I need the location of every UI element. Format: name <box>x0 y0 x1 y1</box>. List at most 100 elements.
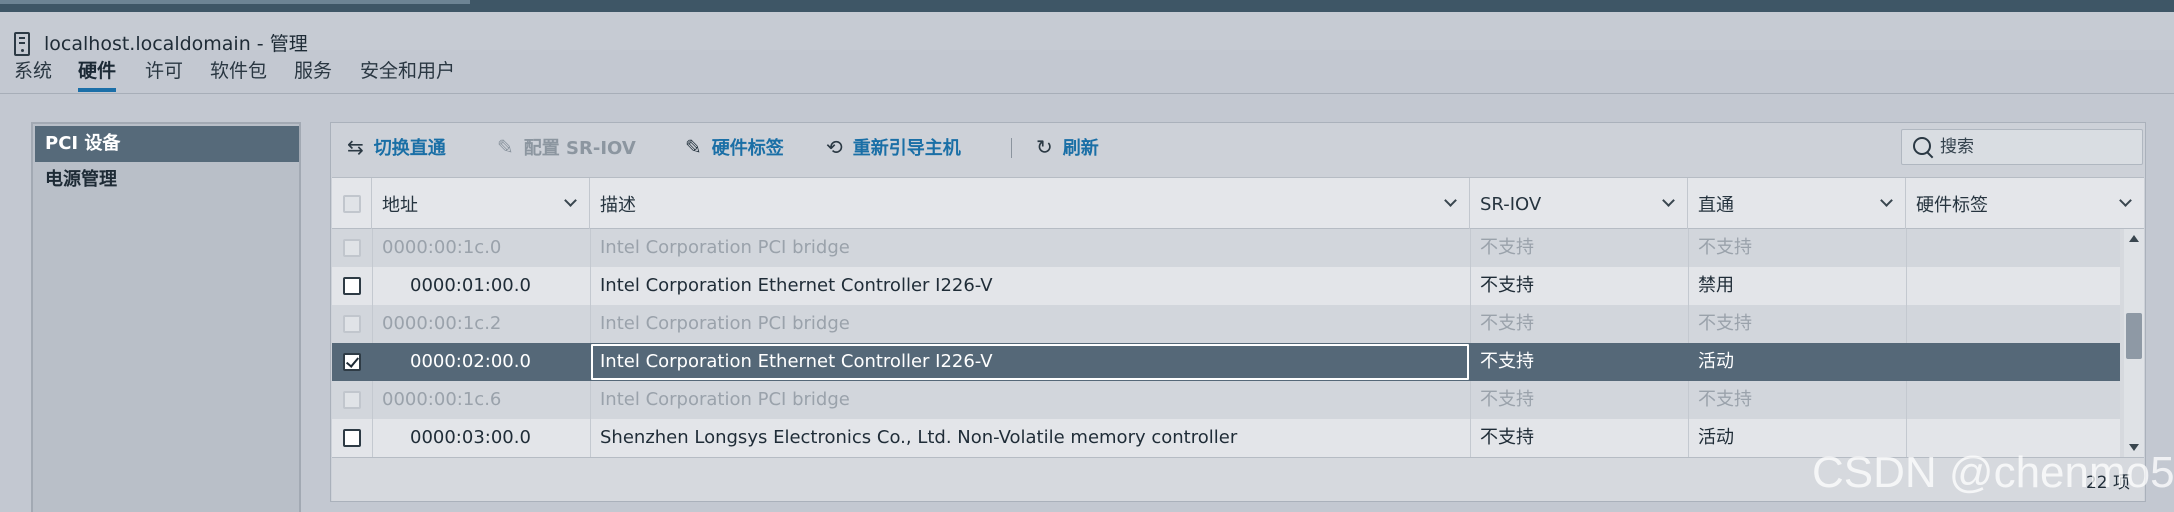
select-all-checkbox[interactable] <box>342 195 361 213</box>
column-divider <box>590 305 591 343</box>
column-divider <box>1688 267 1689 305</box>
column-header-address[interactable]: 地址 <box>372 178 590 230</box>
row-checkbox <box>343 391 361 409</box>
row-checkbox-cell <box>332 305 372 343</box>
column-header-sriov[interactable]: SR-IOV <box>1470 178 1688 230</box>
chevron-down-icon[interactable] <box>1444 194 1457 207</box>
column-divider <box>590 267 591 305</box>
cell-passthrough: 不支持 <box>1698 237 1752 258</box>
hardware-label-button[interactable]: ✎ 硬件标签 <box>685 129 784 165</box>
cell-sriov: 不支持 <box>1480 389 1534 410</box>
cell-sriov: 不支持 <box>1480 313 1534 334</box>
table-row: 0000:00:1c.2 Intel Corporation PCI bridge… <box>332 305 2120 343</box>
column-divider <box>1470 381 1471 419</box>
column-header-label: 地址 <box>382 195 418 216</box>
scroll-thumb[interactable] <box>2126 313 2142 359</box>
cell-passthrough: 活动 <box>1698 351 1734 372</box>
row-checkbox-cell <box>332 381 372 419</box>
cell-description: Intel Corporation PCI bridge <box>600 313 850 334</box>
refresh-button[interactable]: ↻ 刷新 <box>1036 129 1099 165</box>
column-header-description[interactable]: 描述 <box>590 178 1470 230</box>
pencil-icon: ✎ <box>497 135 514 159</box>
column-divider <box>1688 305 1689 343</box>
vertical-scrollbar[interactable] <box>2124 229 2144 457</box>
table-row: 0000:00:1c.0 Intel Corporation PCI bridge… <box>332 229 2120 267</box>
column-header-label: 硬件标签 <box>1916 195 1988 216</box>
configure-sriov-button[interactable]: ✎ 配置 SR-IOV <box>497 129 636 165</box>
row-checkbox[interactable] <box>343 353 361 371</box>
row-checkbox <box>343 315 361 333</box>
hardware-label-label: 硬件标签 <box>711 138 784 159</box>
sidebar-item-pci-devices[interactable]: PCI 设备 <box>35 126 299 162</box>
pci-device-grid: 地址 描述 SR-IOV 直通 硬件标签 0000:00:1c.0 Intel C… <box>332 177 2144 501</box>
cell-passthrough: 不支持 <box>1698 389 1752 410</box>
cell-hardware-label <box>1906 229 2120 267</box>
refresh-icon: ↻ <box>1036 135 1053 159</box>
grid-rows: 0000:00:1c.0 Intel Corporation PCI bridge… <box>332 229 2120 457</box>
toggle-passthrough-label: 切换直通 <box>373 138 446 159</box>
top-strip-segment <box>0 0 470 4</box>
cell-hardware-label <box>1906 305 2120 343</box>
cell-passthrough: 不支持 <box>1698 313 1752 334</box>
scroll-up-icon[interactable] <box>2129 235 2139 242</box>
column-divider <box>1906 229 1907 267</box>
column-header-label: 描述 <box>600 195 636 216</box>
column-header-label: SR-IOV <box>1480 193 1542 215</box>
refresh-label: 刷新 <box>1062 138 1099 159</box>
row-checkbox[interactable] <box>343 277 361 295</box>
row-checkbox-cell <box>332 229 372 267</box>
sidebar: PCI 设备 电源管理 <box>31 122 301 512</box>
chevron-down-icon[interactable] <box>1662 194 1675 207</box>
toolbar-divider <box>1011 138 1012 158</box>
cell-sriov: 不支持 <box>1480 427 1534 448</box>
chevron-down-icon[interactable] <box>564 194 577 207</box>
column-divider <box>372 229 373 267</box>
cell-address: 0000:00:1c.2 <box>382 313 502 334</box>
column-divider <box>1688 419 1689 457</box>
toggle-passthrough-button[interactable]: ⇆ 切换直通 <box>347 129 446 165</box>
column-divider <box>372 419 373 457</box>
cell-description: Intel Corporation Ethernet Controller I2… <box>590 343 1470 381</box>
reboot-host-icon: ⟲ <box>826 135 843 159</box>
column-divider <box>372 381 373 419</box>
column-header-passthrough[interactable]: 直通 <box>1688 178 1906 230</box>
cell-sriov: 不支持 <box>1480 275 1534 296</box>
cell-address: 0000:00:1c.0 <box>382 237 502 258</box>
column-divider <box>372 305 373 343</box>
row-checkbox[interactable] <box>343 429 361 447</box>
search-icon <box>1912 136 1934 158</box>
table-row[interactable]: 0000:02:00.0 Intel Corporation Ethernet C… <box>332 343 2120 381</box>
column-divider <box>1688 229 1689 267</box>
reboot-host-label: 重新引导主机 <box>852 138 961 159</box>
configure-sriov-label: 配置 SR-IOV <box>523 138 636 159</box>
tab-services[interactable]: 服务 <box>294 56 332 92</box>
pencil-icon: ✎ <box>685 135 702 159</box>
cell-passthrough: 禁用 <box>1698 275 1734 296</box>
search-input[interactable] <box>1940 137 2130 157</box>
tab-security-users[interactable]: 安全和用户 <box>360 56 455 92</box>
chevron-down-icon[interactable] <box>1880 194 1893 207</box>
reboot-host-button[interactable]: ⟲ 重新引导主机 <box>826 129 961 165</box>
tab-bar: 系统 硬件 许可 软件包 服务 安全和用户 <box>0 50 2174 94</box>
column-divider <box>590 229 591 267</box>
column-divider <box>1688 381 1689 419</box>
table-row[interactable]: 0000:01:00.0 Intel Corporation Ethernet C… <box>332 267 2120 305</box>
tab-packages[interactable]: 软件包 <box>210 56 267 92</box>
column-header-hardware-label[interactable]: 硬件标签 <box>1906 178 2144 230</box>
tab-hardware[interactable]: 硬件 <box>78 56 117 92</box>
cell-address: 0000:02:00.0 <box>410 351 531 372</box>
title-bar: localhost.localdomain - 管理 <box>0 12 2174 56</box>
column-divider <box>590 381 591 419</box>
cell-description: Intel Corporation PCI bridge <box>600 389 850 410</box>
column-divider <box>590 419 591 457</box>
search-box <box>1901 129 2143 165</box>
select-all-header <box>332 178 372 230</box>
tab-system[interactable]: 系统 <box>14 56 52 92</box>
tab-licensing[interactable]: 许可 <box>145 56 183 92</box>
chevron-down-icon[interactable] <box>2119 194 2132 207</box>
table-row: 0000:00:1c.6 Intel Corporation PCI bridge… <box>332 381 2120 419</box>
column-divider <box>1470 305 1471 343</box>
cell-description: Intel Corporation PCI bridge <box>600 237 850 258</box>
sidebar-item-power-management[interactable]: 电源管理 <box>35 162 299 198</box>
column-divider <box>1906 381 1907 419</box>
